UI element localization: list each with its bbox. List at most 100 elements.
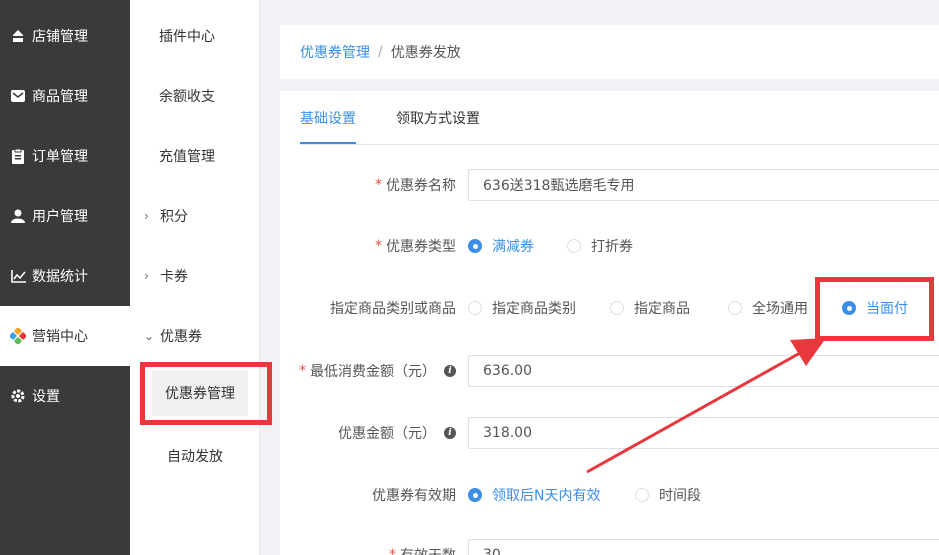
field-label: 优惠金额（元）: [338, 426, 436, 442]
active-tab-underline: [300, 142, 356, 144]
discount-amount-label: 优惠金额（元） i: [338, 417, 456, 449]
valid-days-label: * 有效天数: [389, 539, 456, 555]
radio-label: 全场通用: [752, 301, 808, 317]
sidebar-item-goods[interactable]: 商品管理: [0, 66, 130, 126]
required-mark: *: [299, 363, 306, 379]
radio-unchecked-icon: [635, 488, 649, 502]
submenu-item-balance[interactable]: 余额收支: [130, 66, 260, 126]
radio-checked-icon: [468, 488, 482, 502]
sidebar-item-label: 商品管理: [32, 89, 88, 105]
breadcrumb: 优惠券管理 / 优惠券发放: [280, 25, 939, 79]
field-label: 优惠券有效期: [372, 488, 456, 504]
radio-label: 领取后N天内有效: [492, 488, 601, 504]
field-label: 优惠券类型: [386, 239, 456, 255]
radio-unchecked-icon: [567, 239, 581, 253]
radio-label: 时间段: [659, 488, 701, 504]
chevron-right-icon: ›: [144, 269, 149, 283]
required-mark: *: [389, 547, 396, 555]
submenu-item-label: 插件中心: [159, 29, 215, 45]
tab-receive-settings[interactable]: 领取方式设置: [396, 91, 480, 145]
sidebar-item-stats[interactable]: 数据统计: [0, 246, 130, 306]
breadcrumb-link[interactable]: 优惠券管理: [300, 42, 370, 62]
sidebar-item-store[interactable]: 店铺管理: [0, 6, 130, 66]
tab-basic-settings[interactable]: 基础设置: [300, 91, 356, 145]
form-tabs: 基础设置 领取方式设置: [300, 91, 939, 145]
radio-unchecked-icon: [728, 301, 742, 315]
info-icon[interactable]: i: [444, 427, 456, 439]
min-amount-input[interactable]: 636.00: [468, 355, 939, 387]
radio-storewide[interactable]: 全场通用: [728, 298, 808, 318]
main-sidebar: 店铺管理 商品管理 订单管理 用户管理 数据统计 营销中心 设置: [0, 0, 130, 555]
clipboard-icon: [10, 148, 26, 164]
breadcrumb-current: 优惠券发放: [390, 45, 461, 61]
radio-full-reduction[interactable]: 满减券: [468, 236, 534, 256]
radio-discount[interactable]: 打折券: [567, 236, 633, 256]
radio-checked-icon: [468, 239, 482, 253]
chevron-right-icon: ›: [144, 209, 149, 223]
submenu-item-auto-issue[interactable]: 自动发放: [130, 426, 260, 486]
sidebar-item-label: 设置: [32, 389, 60, 405]
radio-label: 满减券: [492, 239, 534, 255]
sidebar-item-orders[interactable]: 订单管理: [0, 126, 130, 186]
mail-icon: [10, 88, 26, 104]
sidebar-item-marketing[interactable]: 营销中心: [0, 306, 130, 366]
input-value: 318.00: [483, 425, 532, 441]
input-value: 636送318甄选磨毛专用: [483, 178, 635, 194]
sidebar-item-label: 数据统计: [32, 269, 88, 285]
submenu-item-plugins[interactable]: 插件中心: [130, 6, 260, 66]
info-icon[interactable]: i: [444, 365, 456, 377]
submenu-item-label: 优惠券: [160, 329, 202, 345]
tab-label: 基础设置: [300, 111, 356, 127]
radio-time-range[interactable]: 时间段: [635, 485, 701, 505]
chart-icon: [10, 268, 26, 284]
marketing-icon: [10, 328, 26, 344]
radio-unchecked-icon: [610, 301, 624, 315]
submenu-item-recharge[interactable]: 充值管理: [130, 126, 260, 186]
input-value: 30: [483, 547, 501, 555]
annotation-highlight-submenu: [140, 362, 272, 425]
valid-days-input[interactable]: 30: [468, 539, 939, 555]
sidebar-item-label: 用户管理: [32, 209, 88, 225]
submenu-item-label: 充值管理: [159, 149, 215, 165]
breadcrumb-separator: /: [378, 44, 383, 60]
required-mark: *: [375, 177, 382, 193]
radio-days-after-receipt[interactable]: 领取后N天内有效: [468, 485, 600, 505]
submenu-item-label: 积分: [160, 209, 188, 225]
sidebar-item-label: 店铺管理: [32, 29, 88, 45]
scope-label: 指定商品类别或商品: [330, 292, 456, 324]
radio-label: 指定商品: [634, 301, 690, 317]
store-icon: [10, 28, 26, 44]
sidebar-item-label: 订单管理: [32, 149, 88, 165]
submenu-item-label: 余额收支: [159, 89, 215, 105]
coupon-name-label: * 优惠券名称: [375, 169, 456, 201]
radio-product[interactable]: 指定商品: [610, 298, 690, 318]
submenu-group-points[interactable]: › 积分: [130, 186, 260, 246]
min-amount-label: * 最低消费金额（元） i: [299, 355, 456, 387]
radio-label: 打折券: [591, 239, 633, 255]
coupon-type-label: * 优惠券类型: [375, 230, 456, 262]
sidebar-item-label: 营销中心: [32, 329, 88, 345]
gear-icon: [10, 388, 26, 404]
field-label: 优惠券名称: [386, 178, 456, 194]
coupon-name-input[interactable]: 636送318甄选磨毛专用: [468, 169, 939, 201]
field-label: 指定商品类别或商品: [330, 301, 456, 317]
submenu-item-label: 卡券: [160, 269, 188, 285]
sidebar-item-settings[interactable]: 设置: [0, 366, 130, 426]
radio-unchecked-icon: [468, 301, 482, 315]
annotation-highlight-face-to-face: [815, 277, 934, 341]
submenu-group-coupons[interactable]: ⌄ 优惠券: [130, 306, 260, 366]
submenu-item-label: 自动发放: [167, 449, 223, 465]
radio-category[interactable]: 指定商品类别: [468, 298, 576, 318]
sidebar-item-users[interactable]: 用户管理: [0, 186, 130, 246]
validity-label: 优惠券有效期: [372, 479, 456, 511]
field-label: 最低消费金额（元）: [310, 364, 436, 380]
chevron-down-icon: ⌄: [144, 329, 155, 343]
input-value: 636.00: [483, 363, 532, 379]
submenu-group-cards[interactable]: › 卡券: [130, 246, 260, 306]
field-label: 有效天数: [400, 545, 456, 555]
required-mark: *: [375, 238, 382, 254]
radio-label: 指定商品类别: [492, 301, 576, 317]
user-icon: [10, 208, 26, 224]
tab-label: 领取方式设置: [396, 111, 480, 127]
discount-amount-input[interactable]: 318.00: [468, 417, 939, 449]
